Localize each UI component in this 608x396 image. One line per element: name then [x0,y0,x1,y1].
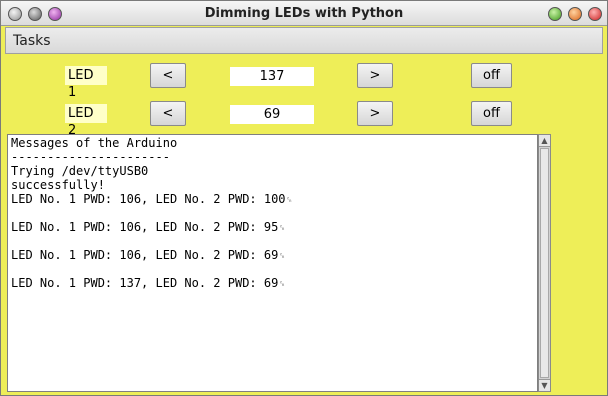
carriage-return-icon: ␍ [285,196,293,206]
log-line: LED No. 1 PWD: 106, LED No. 2 PWD: 95␍ [11,220,286,234]
log-scrollbar[interactable]: ▲ ▼ [538,134,551,392]
carriage-return-icon: ␍ [278,280,286,290]
log-line: LED No. 1 PWD: 106, LED No. 2 PWD: 69␍ [11,248,286,262]
carriage-return-icon: ␍ [278,224,286,234]
log-line: LED No. 1 PWD: 137, LED No. 2 PWD: 69␍ [11,276,286,290]
log-line: LED No. 1 PWD: 106, LED No. 2 PWD: 100␍ [11,192,293,206]
log-line: Messages of the Arduino [11,136,178,150]
app-window: Dimming LEDs with Python Tasks LED 1 < 1… [0,0,608,396]
carriage-return-icon: ␍ [278,252,286,262]
led1-decrease-button[interactable]: < [150,63,186,88]
led2-label: LED 2 [65,104,107,138]
message-log[interactable]: Messages of the Arduino ----------------… [7,134,538,392]
led2-decrease-button[interactable]: < [150,101,186,126]
log-line: Trying /dev/ttyUSB0 [11,164,149,178]
led2-value-field[interactable]: 69 [230,105,314,124]
scroll-down-icon[interactable]: ▼ [539,379,550,391]
close-icon[interactable] [588,7,602,21]
led1-increase-button[interactable]: > [357,63,393,88]
scroll-thumb[interactable] [540,148,549,378]
led2-off-button[interactable]: off [471,101,512,126]
title-bar[interactable]: Dimming LEDs with Python [1,1,607,26]
led1-label: LED 1 [65,66,107,100]
menu-tasks[interactable]: Tasks [13,33,51,49]
led1-value-field[interactable]: 137 [230,67,314,86]
log-line: successfully! [11,178,105,192]
window-title: Dimming LEDs with Python [204,6,404,21]
scroll-up-icon[interactable]: ▲ [539,135,550,147]
log-line: ---------------------- [11,150,170,164]
led2-increase-button[interactable]: > [357,101,393,126]
led1-off-button[interactable]: off [471,63,512,88]
maximize-icon[interactable] [568,7,582,21]
minimize-icon[interactable] [548,7,562,21]
menu-bar: Tasks [5,27,603,54]
